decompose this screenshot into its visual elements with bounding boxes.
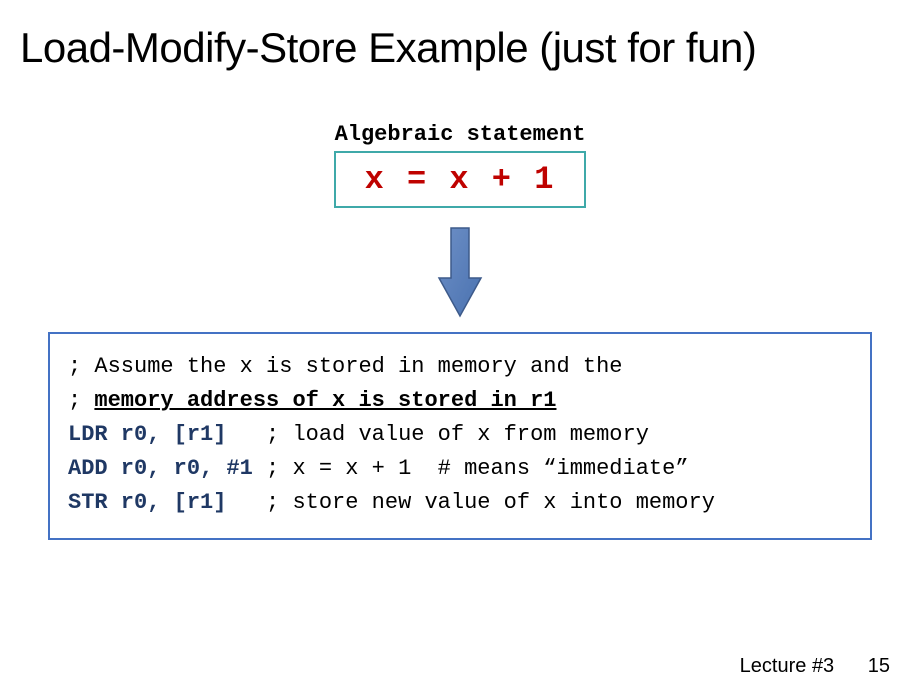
slide-title: Load-Modify-Store Example (just for fun) [0,0,920,84]
code-comment-prefix: ; [68,388,94,413]
page-number: 15 [868,655,890,677]
instr-add: ADD r0, r0, #1 [68,456,253,481]
code-comment-underlined: memory address of x is stored in r1 [94,388,556,413]
code-comment-line-2: ; memory address of x is stored in r1 [68,384,852,418]
instr-str-comment: ; store new value of x into memory [226,490,714,515]
lecture-label: Lecture #3 [740,655,835,677]
assembly-code-box: ; Assume the x is stored in memory and t… [48,332,872,540]
equation-text: x = x + 1 [365,161,556,198]
arrow-down-icon [0,226,920,318]
instr-ldr-comment: ; load value of x from memory [226,422,648,447]
code-instruction-ldr: LDR r0, [r1] ; load value of x from memo… [68,418,852,452]
instr-str: STR r0, [r1] [68,490,226,515]
code-instruction-str: STR r0, [r1] ; store new value of x into… [68,486,852,520]
code-comment-line-1: ; Assume the x is stored in memory and t… [68,350,852,384]
code-instruction-add: ADD r0, r0, #1 ; x = x + 1 # means “imme… [68,452,852,486]
equation-box: x = x + 1 [334,151,586,208]
slide-footer: Lecture #3 15 [740,655,890,678]
algebraic-statement-label: Algebraic statement [0,122,920,147]
instr-add-comment: ; x = x + 1 # means “immediate” [253,456,689,481]
instr-ldr: LDR r0, [r1] [68,422,226,447]
